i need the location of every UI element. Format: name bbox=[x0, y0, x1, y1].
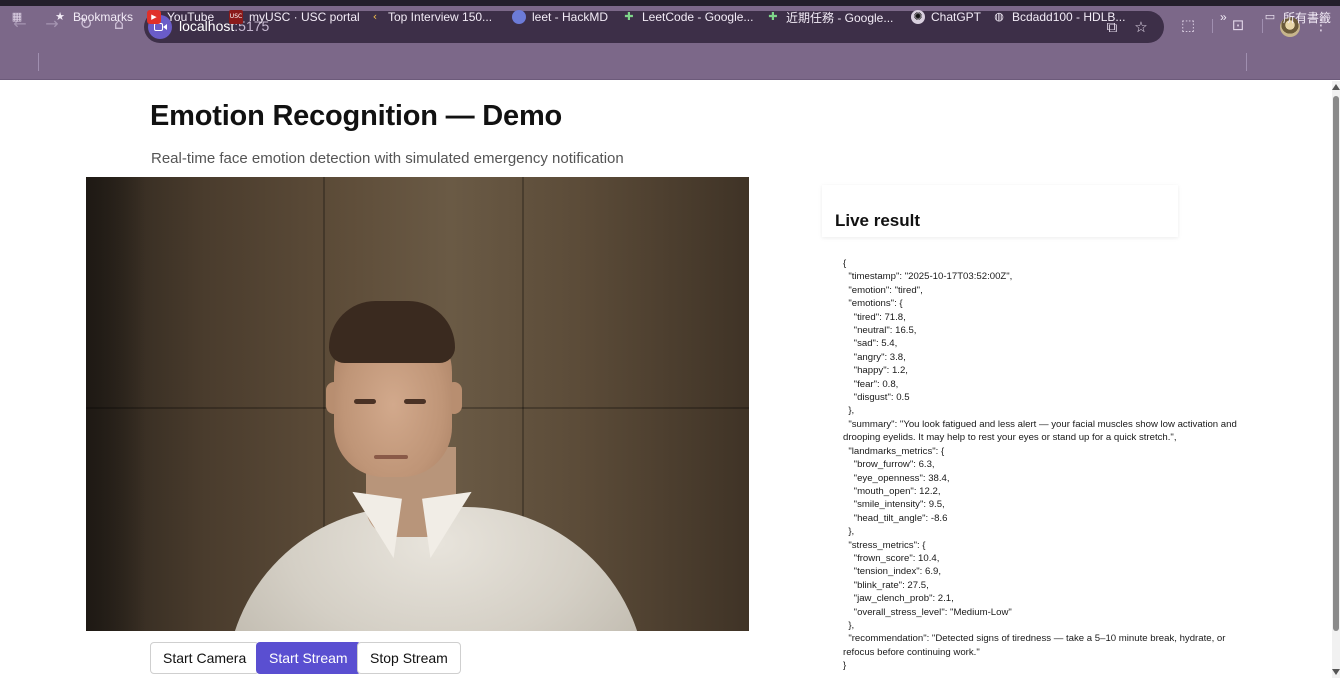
bookmark-item[interactable]: ◍ Bcdadd100 - HDLB... bbox=[992, 8, 1125, 26]
bookmark-item[interactable]: ▶ YouTube bbox=[147, 8, 214, 26]
globe-icon: ◍ bbox=[994, 10, 1004, 23]
bookmarks-bar bbox=[0, 46, 1340, 80]
extensions-icon[interactable]: ⬚ bbox=[1177, 14, 1199, 36]
sheets-icon: ✚ bbox=[768, 10, 778, 23]
bookmark-star-icon[interactable]: ☆ bbox=[1131, 17, 1151, 37]
sheets-icon: ✚ bbox=[624, 10, 634, 23]
camera-video-feed bbox=[86, 177, 749, 631]
live-result-title: Live result bbox=[835, 211, 921, 230]
youtube-icon: ▶ bbox=[147, 10, 161, 24]
usc-icon: USC bbox=[229, 10, 243, 24]
bookmark-item[interactable]: ‹ Top Interview 150... bbox=[368, 8, 492, 26]
start-stream-button[interactable]: Start Stream bbox=[256, 642, 361, 674]
bookmark-item[interactable]: ✚ 近期任務 - Google... bbox=[766, 8, 893, 26]
page-title: Emotion Recognition — Demo bbox=[150, 100, 563, 132]
bookmarks-overflow[interactable]: » bbox=[1220, 8, 1227, 26]
hackmd-icon bbox=[512, 10, 526, 24]
bookmarks-divider bbox=[38, 53, 39, 71]
tab-search-icon[interactable]: ⊡ bbox=[1227, 14, 1249, 36]
scrollbar-thumb[interactable] bbox=[1333, 96, 1339, 631]
bookmark-item[interactable]: USC myUSC · USC portal bbox=[229, 8, 360, 26]
all-bookmarks[interactable]: ▭ 所有書籤 bbox=[1263, 8, 1331, 26]
scroll-up-icon[interactable] bbox=[1332, 84, 1340, 90]
tab-strip bbox=[0, 0, 1340, 6]
toolbar-divider bbox=[1212, 19, 1213, 33]
bookmark-item[interactable]: ✺ ChatGPT bbox=[911, 8, 981, 26]
bookmark-item[interactable]: ✚ LeetCode - Google... bbox=[622, 8, 753, 26]
live-result-json: { "timestamp": "2025-10-17T03:52:00Z", "… bbox=[843, 258, 1237, 672]
page-subtitle: Real-time face emotion detection with si… bbox=[151, 150, 624, 167]
bookmark-item[interactable]: ★ Bookmarks bbox=[53, 8, 133, 26]
folder-icon: ▭ bbox=[1264, 10, 1276, 23]
star-icon: ★ bbox=[55, 10, 65, 23]
stop-stream-button[interactable]: Stop Stream bbox=[357, 642, 461, 674]
start-camera-button[interactable]: Start Camera bbox=[150, 642, 260, 674]
leetcode-icon: ‹ bbox=[372, 10, 378, 23]
scroll-down-icon[interactable] bbox=[1332, 669, 1340, 675]
bookmarks-divider bbox=[1246, 53, 1247, 71]
bookmark-item[interactable]: leet - HackMD bbox=[512, 8, 608, 26]
openai-icon: ✺ bbox=[911, 10, 925, 24]
apps-grid-icon[interactable]: ▦ bbox=[10, 8, 30, 26]
